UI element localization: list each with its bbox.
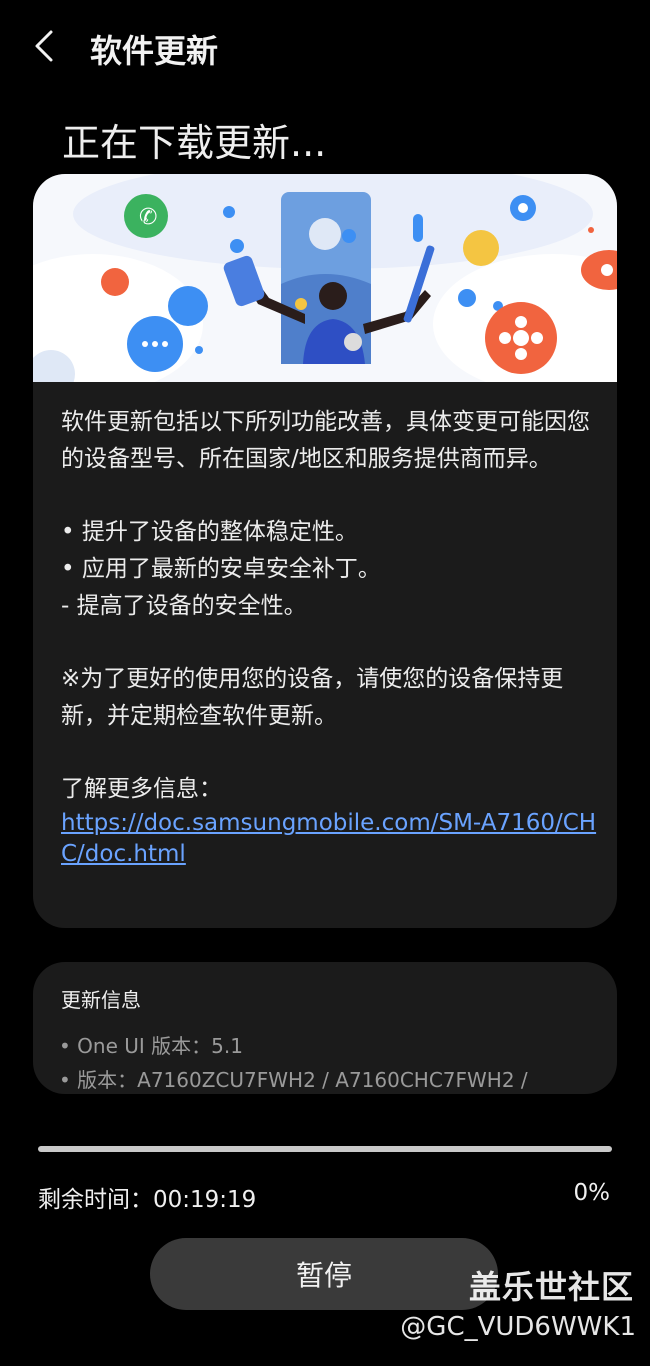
- more-info-label: 了解更多信息：: [61, 776, 222, 802]
- list-item: • 应用了最新的安卓安全补丁。: [61, 556, 381, 582]
- chevron-left-icon: [35, 30, 53, 62]
- remaining-time: 剩余时间：00:19:19: [38, 1187, 257, 1213]
- intro-text: 软件更新包括以下所列功能改善，具体变更可能因您的设备型号、所在国家/地区和服务提…: [61, 409, 590, 472]
- watermark-brand: 盖乐世社区: [468, 1268, 634, 1306]
- more-info-link[interactable]: https://doc.samsungmobile.com/SM-A7160/C…: [61, 808, 601, 870]
- software-update-screen: 软件更新 正在下载更新... ✆ 软件更新包括以下所列功能改善，具体变更可能因您…: [0, 0, 650, 1366]
- app-bar-title: 软件更新: [90, 32, 219, 70]
- update-info-card: 更新信息 • One UI 版本：5.1 • 版本：A7160ZCU7FWH2 …: [33, 962, 617, 1094]
- progress-percent: 0%: [573, 1180, 611, 1206]
- release-notes-card: ✆ 软件更新包括以下所列功能改善，具体变更可能因您的设备型号、所在国家/地区和服…: [33, 174, 617, 928]
- build-version: • 版本：A7160ZCU7FWH2 / A7160CHC7FWH2 /: [59, 1068, 528, 1092]
- release-notes-body: 软件更新包括以下所列功能改善，具体变更可能因您的设备型号、所在国家/地区和服务提…: [61, 404, 601, 870]
- list-item: - 提高了设备的安全性。: [61, 593, 307, 619]
- download-progress-bar: [38, 1146, 612, 1152]
- update-info-title: 更新信息: [61, 988, 141, 1012]
- svg-text:✆: ✆: [139, 205, 157, 230]
- contact-app-icon: [101, 268, 129, 296]
- top-app-bar: 软件更新: [0, 0, 650, 92]
- pause-button[interactable]: 暂停: [150, 1238, 498, 1310]
- one-ui-version: • One UI 版本：5.1: [59, 1034, 243, 1058]
- folder-app-icon: [463, 230, 499, 266]
- back-button[interactable]: [22, 24, 66, 68]
- note-text: ※为了更好的使用您的设备，请使您的设备保持更新，并定期检查软件更新。: [61, 666, 564, 729]
- watermark-user: @GC_VUD6WWK1: [400, 1312, 636, 1342]
- list-item: • 提升了设备的整体稳定性。: [61, 519, 358, 545]
- page-title: 正在下载更新...: [62, 121, 327, 165]
- update-illustration: ✆: [33, 174, 617, 382]
- changes-list: • 提升了设备的整体稳定性。 • 应用了最新的安卓安全补丁。 - 提高了设备的安…: [61, 514, 601, 625]
